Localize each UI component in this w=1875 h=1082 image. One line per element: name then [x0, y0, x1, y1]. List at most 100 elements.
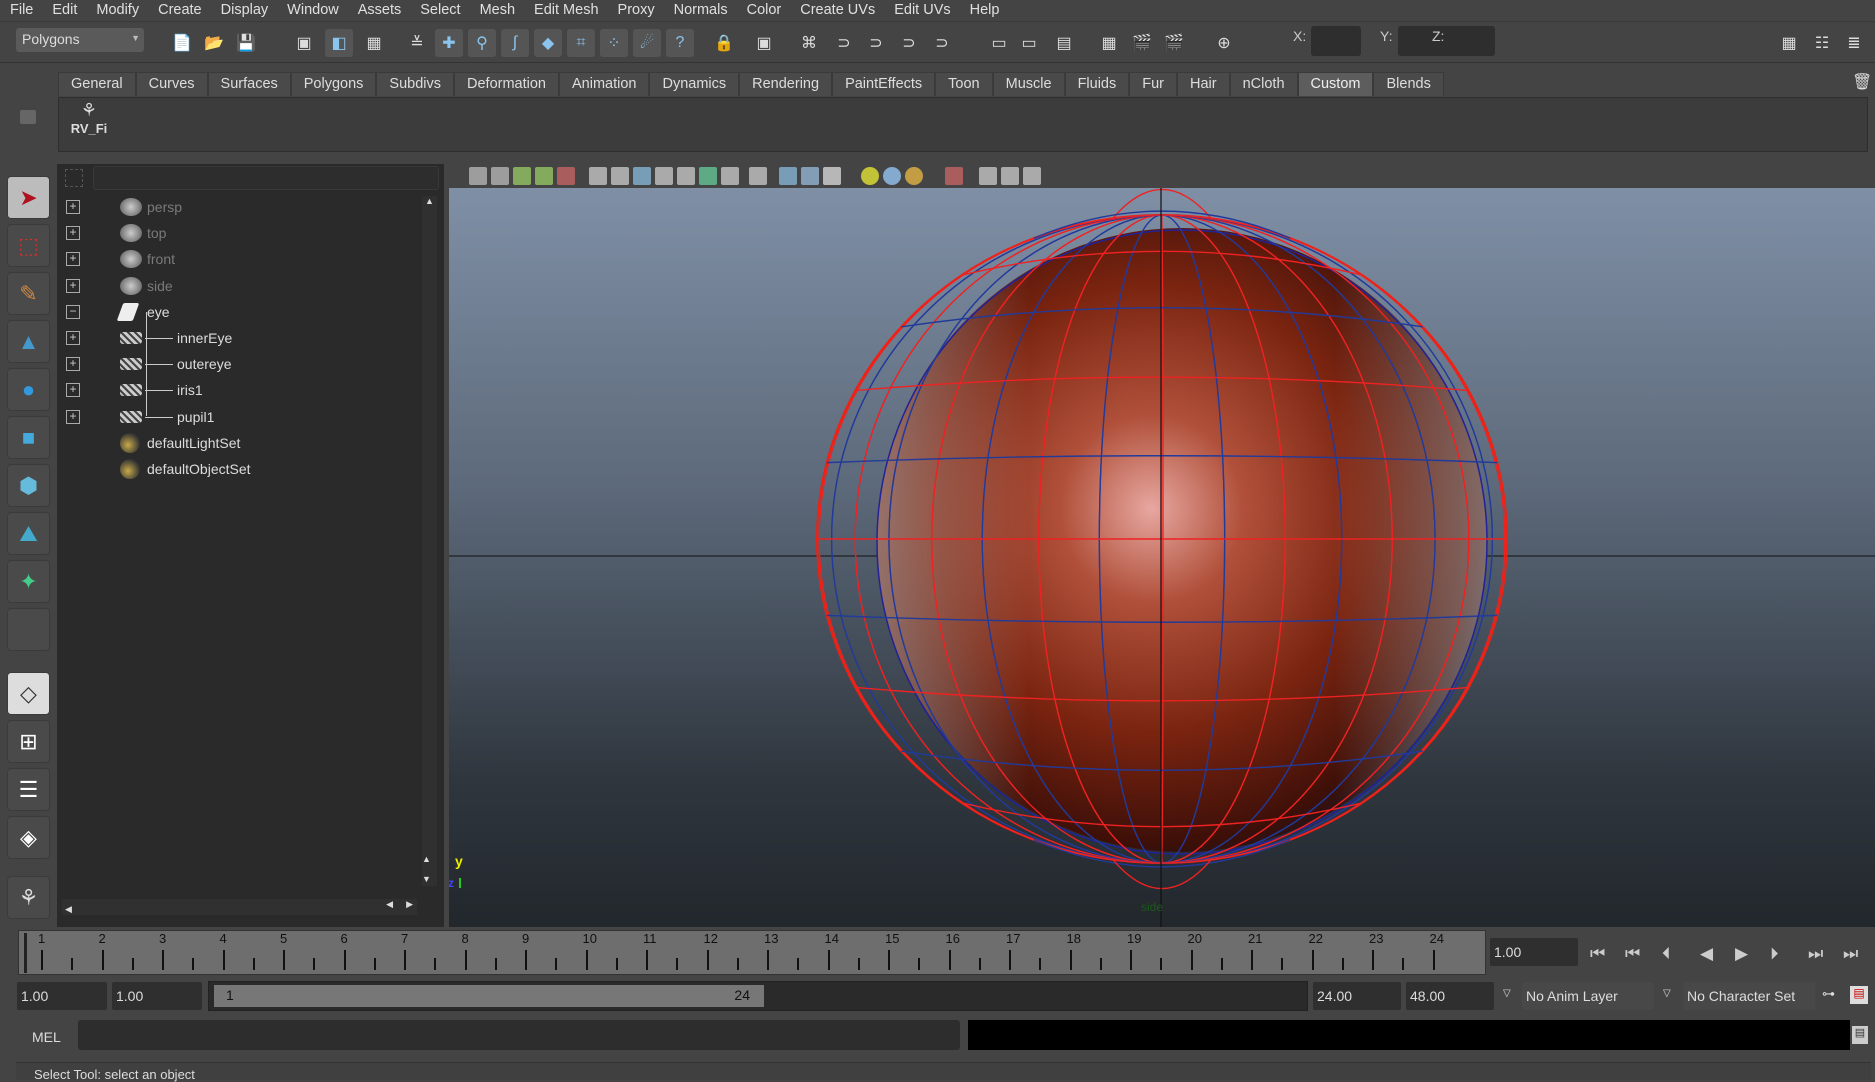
current-time-marker[interactable] — [24, 933, 27, 973]
wireframe-icon[interactable] — [779, 167, 797, 185]
menu-select[interactable]: Select — [420, 2, 460, 18]
expand-icon[interactable]: + — [66, 409, 80, 424]
anim-layer-dropdown[interactable]: No Anim Layer — [1522, 982, 1654, 1010]
graph-persp-layout-icon[interactable]: ◈ — [7, 816, 50, 859]
shelf-tab-rendering[interactable]: Rendering — [739, 72, 833, 96]
input-line-mode-icon[interactable]: ⊕ — [1210, 29, 1238, 57]
menu-proxy[interactable]: Proxy — [618, 2, 655, 18]
shelf-tab-curves[interactable]: Curves — [135, 72, 208, 96]
new-scene-icon[interactable]: 📄 — [168, 29, 196, 57]
empty-tool-slot[interactable] — [7, 608, 50, 651]
outliner-search-input[interactable] — [93, 166, 439, 190]
default-lighting-icon[interactable] — [861, 167, 879, 185]
playback-end-field[interactable]: 24.00 — [1313, 982, 1401, 1010]
expand-icon[interactable]: + — [66, 200, 80, 214]
selection-mask-icon[interactable]: ≚ — [403, 29, 431, 57]
menu-edit[interactable]: Edit — [52, 2, 77, 18]
play-forwards-icon[interactable]: ▶ — [1735, 944, 1748, 964]
history-icon[interactable]: ⌘ — [795, 29, 823, 57]
render-region-icon[interactable]: ▭ — [1015, 29, 1043, 57]
image-plane-icon[interactable] — [535, 167, 553, 185]
scroll-left-end-icon[interactable]: ◀ — [386, 899, 393, 910]
smooth-shade-icon[interactable] — [801, 167, 819, 185]
menu-color[interactable]: Color — [747, 2, 782, 18]
snap-point-icon[interactable]: ∫ — [501, 29, 529, 57]
go-to-start-icon[interactable]: ⏮ — [1590, 944, 1605, 964]
gate-mask-icon[interactable] — [655, 167, 673, 185]
outliner-horizontal-scrollbar[interactable]: ◀ ◀ ▶ — [62, 899, 417, 915]
lasso-tool-icon[interactable]: ⬚ — [7, 224, 50, 267]
select-highlight-icon[interactable]: ▣ — [750, 29, 778, 57]
shelf-tab-dynamics[interactable]: Dynamics — [649, 72, 740, 96]
input-ops-icon[interactable]: ⊃ — [830, 29, 858, 57]
shelf-tab-hair[interactable]: Hair — [1177, 72, 1230, 96]
menu-create[interactable]: Create — [158, 2, 202, 18]
outliner-item[interactable]: + outereye — [57, 351, 417, 377]
collapse-icon[interactable]: − — [66, 304, 80, 319]
snap-curve-icon[interactable]: ⚲ — [468, 29, 496, 57]
output-ops-icon[interactable]: ⊃ — [862, 29, 890, 57]
snap-icon-3[interactable]: ☄ — [633, 29, 661, 57]
shelf-tab-custom[interactable]: Custom — [1297, 72, 1374, 96]
select-by-hierarchy-icon[interactable]: ▣ — [290, 29, 318, 57]
expand-icon[interactable]: + — [66, 357, 80, 372]
menu-modify[interactable]: Modify — [96, 2, 139, 18]
step-back-frame-icon[interactable]: ⏴ — [1662, 944, 1671, 964]
attribute-editor-icon[interactable]: ▦ — [1775, 29, 1803, 57]
menu-mesh[interactable]: Mesh — [480, 2, 515, 18]
current-frame-field[interactable]: 1.00 — [1490, 938, 1578, 966]
hypershade-icon[interactable]: ▤ — [1050, 29, 1078, 57]
select-camera-icon[interactable] — [469, 167, 487, 185]
rv-fi-shelf-button[interactable]: ⚘ RV_Fi — [69, 100, 109, 148]
rotate-tool-icon[interactable]: ● — [7, 368, 50, 411]
xray-components-icon[interactable] — [1023, 167, 1041, 185]
animation-start-field[interactable]: 1.00 — [17, 982, 107, 1010]
help-icon[interactable]: ? — [666, 29, 694, 57]
scroll-up-icon[interactable]: ▲ — [422, 196, 437, 206]
resolution-gate-icon[interactable] — [633, 167, 651, 185]
shelf-tab-fur[interactable]: Fur — [1129, 72, 1177, 96]
animation-end-field[interactable]: 48.00 — [1406, 982, 1494, 1010]
play-backwards-icon[interactable]: ◀ — [1700, 944, 1713, 964]
step-back-key-icon[interactable]: ⏮ — [1625, 944, 1640, 964]
channel-box-icon[interactable]: ≣ — [1840, 29, 1868, 57]
menu-edit-mesh[interactable]: Edit Mesh — [534, 2, 598, 18]
z-field[interactable] — [1445, 26, 1495, 56]
trash-icon[interactable]: 🗑 — [1852, 72, 1872, 92]
menu-normals[interactable]: Normals — [674, 2, 728, 18]
move-tool-icon[interactable]: ▲ — [7, 320, 50, 363]
menu-assets[interactable]: Assets — [358, 2, 402, 18]
hud-icon[interactable] — [749, 167, 767, 185]
shelf-menu-icon[interactable] — [20, 110, 36, 124]
soft-mod-tool-icon[interactable]: ⛰ — [7, 512, 50, 555]
expand-icon[interactable]: + — [66, 226, 80, 241]
menu-help[interactable]: Help — [970, 2, 1000, 18]
outliner-item[interactable]: − eye — [57, 299, 417, 325]
playback-start-field[interactable]: 1.00 — [112, 982, 202, 1010]
last-tool-icon[interactable]: ✦ — [7, 560, 50, 603]
scroll-up-small-icon[interactable]: ▲ — [422, 854, 431, 864]
character-set-dropdown-icon[interactable]: ▽ — [1663, 988, 1671, 999]
custom-layout-icon[interactable]: ⚘ — [7, 876, 50, 919]
scale-tool-icon[interactable]: ■ — [7, 416, 50, 459]
construction-history-icon[interactable]: ⊃ — [895, 29, 923, 57]
outliner-item[interactable]: + persp — [57, 194, 417, 220]
menu-set-dropdown[interactable]: Polygons — [16, 28, 144, 52]
snap-view-plane-icon[interactable]: ◆ — [534, 29, 562, 57]
shelf-tab-muscle[interactable]: Muscle — [992, 72, 1065, 96]
four-pane-layout-icon[interactable]: ⊞ — [7, 720, 50, 763]
character-set-dropdown[interactable]: No Character Set — [1683, 982, 1815, 1010]
scroll-right-icon[interactable]: ▶ — [406, 899, 413, 910]
shelf-tab-blends[interactable]: Blends — [1373, 72, 1444, 96]
menu-window[interactable]: Window — [287, 2, 339, 18]
go-to-end-icon[interactable]: ⏭ — [1843, 944, 1858, 964]
expand-icon[interactable]: + — [66, 331, 80, 345]
render-settings-icon[interactable]: ▦ — [1095, 29, 1123, 57]
shelf-tab-subdivs[interactable]: Subdivs — [376, 72, 455, 96]
open-scene-icon[interactable]: 📂 — [200, 29, 228, 57]
shelf-tab-ncloth[interactable]: nCloth — [1229, 72, 1298, 96]
viewport-side[interactable]: y z side — [449, 188, 1875, 927]
shelf-tab-toon[interactable]: Toon — [935, 72, 993, 96]
shelf-tab-animation[interactable]: Animation — [559, 72, 650, 96]
outliner-item[interactable]: + pupil1 — [57, 404, 417, 430]
